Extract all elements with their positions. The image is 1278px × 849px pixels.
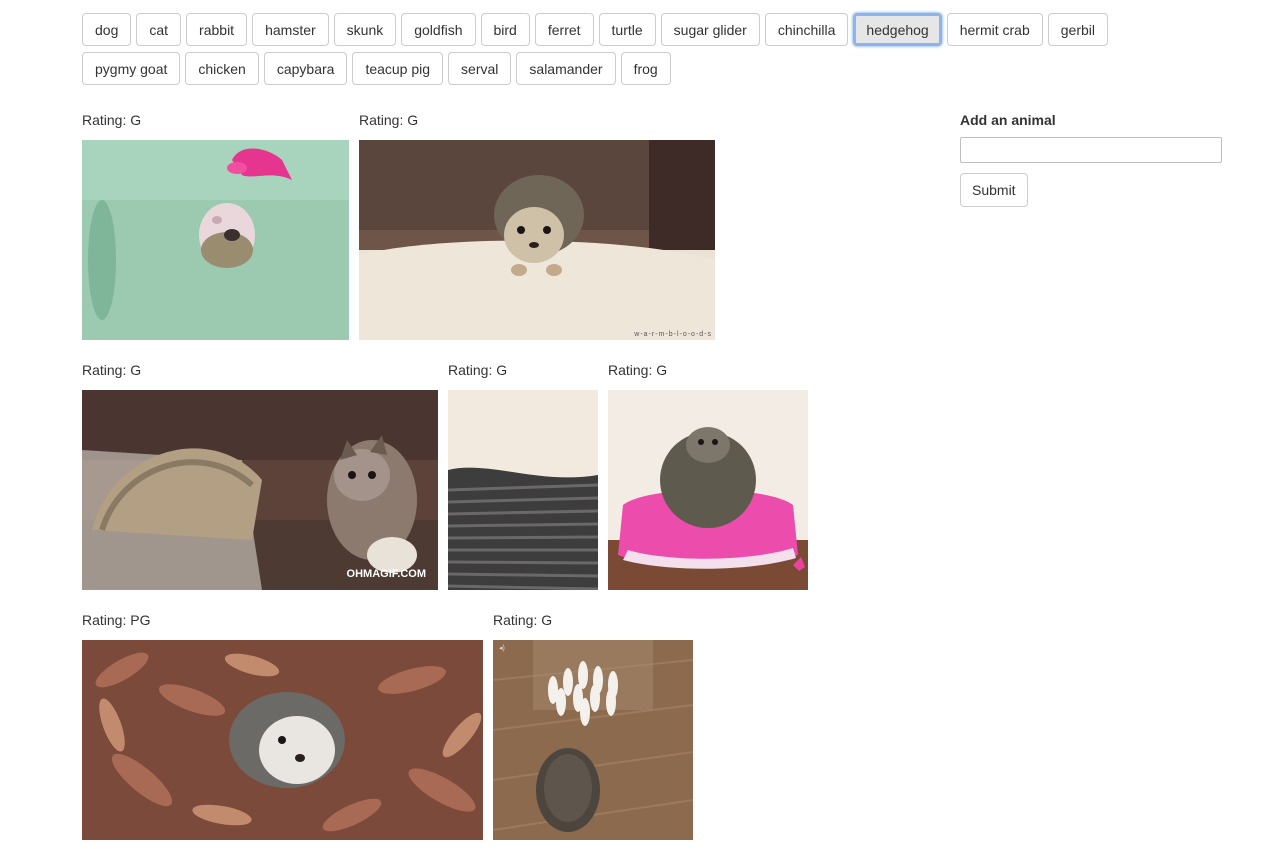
animal-button-hamster[interactable]: hamster bbox=[252, 13, 329, 46]
animal-button-pygmy-goat[interactable]: pygmy goat bbox=[82, 52, 181, 85]
add-animal-form: Add an animal Submit bbox=[960, 112, 1222, 207]
gif-watermark: OHMAGIF.COM bbox=[346, 568, 426, 580]
gif-card: Rating: G bbox=[608, 362, 808, 590]
gif-image[interactable]: ◂) bbox=[493, 640, 693, 840]
giphy-animal-page: dog cat rabbit hamster skunk goldfish bird ferr… bbox=[0, 0, 1278, 849]
animal-button-ferret[interactable]: ferret bbox=[534, 13, 594, 46]
gif-rating: Rating: PG bbox=[82, 612, 151, 628]
gif-rating: Rating: G bbox=[359, 112, 419, 128]
gif-card: Rating: G w-a-r-m-b-l-o-o-d-s bbox=[359, 112, 715, 340]
gif-image[interactable] bbox=[608, 390, 808, 590]
add-animal-label: Add an animal bbox=[960, 112, 1056, 128]
animal-button-skunk[interactable]: skunk bbox=[333, 13, 397, 46]
animal-button-row-2: pygmy goat chicken capybara teacup pig serva… bbox=[82, 52, 1182, 85]
animal-button-turtle[interactable]: turtle bbox=[598, 13, 656, 46]
animal-button-serval[interactable]: serval bbox=[448, 52, 512, 85]
gif-image[interactable]: OHMAGIF.COM bbox=[82, 390, 438, 590]
animal-button-sugar-glider[interactable]: sugar glider bbox=[660, 13, 760, 46]
gif-rating: Rating: G bbox=[448, 362, 508, 378]
gif-card: Rating: PG bbox=[82, 612, 483, 840]
animal-button-chicken[interactable]: chicken bbox=[185, 52, 259, 85]
animal-button-goldfish[interactable]: goldfish bbox=[401, 13, 476, 46]
gif-rating: Rating: G bbox=[82, 112, 142, 128]
animal-button-bar: dog cat rabbit hamster skunk goldfish bird ferr… bbox=[82, 13, 1182, 91]
animal-button-cat[interactable]: cat bbox=[136, 13, 182, 46]
gif-rating: Rating: G bbox=[82, 362, 142, 378]
animal-button-gerbil[interactable]: gerbil bbox=[1047, 13, 1108, 46]
animal-button-hedgehog[interactable]: hedgehog bbox=[853, 13, 942, 46]
gif-card: Rating: G OHMAGIF.COM bbox=[82, 362, 438, 590]
gif-image[interactable]: w-a-r-m-b-l-o-o-d-s bbox=[359, 140, 715, 340]
gif-card: Rating: G bbox=[493, 612, 693, 840]
animal-button-capybara[interactable]: capybara bbox=[263, 52, 348, 85]
animal-button-teacup-pig[interactable]: teacup pig bbox=[352, 52, 444, 85]
gif-card: Rating: G bbox=[82, 112, 349, 340]
animal-button-row-1: dog cat rabbit hamster skunk goldfish bird ferr… bbox=[82, 13, 1182, 46]
svg-text:◂): ◂) bbox=[499, 645, 505, 652]
animal-button-frog[interactable]: frog bbox=[620, 52, 671, 85]
animal-button-salamander[interactable]: salamander bbox=[516, 52, 616, 85]
gif-card: Rating: G bbox=[448, 362, 598, 590]
submit-button[interactable]: Submit bbox=[960, 173, 1028, 207]
gif-rating: Rating: G bbox=[493, 612, 553, 628]
animal-button-chinchilla[interactable]: chinchilla bbox=[764, 13, 849, 46]
animal-button-hermit-crab[interactable]: hermit crab bbox=[946, 13, 1043, 46]
animal-button-rabbit[interactable]: rabbit bbox=[186, 13, 248, 46]
gif-rating: Rating: G bbox=[608, 362, 668, 378]
gif-watermark: w-a-r-m-b-l-o-o-d-s bbox=[634, 331, 712, 338]
gif-image[interactable] bbox=[82, 640, 483, 840]
gif-image[interactable] bbox=[82, 140, 349, 340]
animal-button-bird[interactable]: bird bbox=[480, 13, 530, 46]
animal-input[interactable] bbox=[960, 137, 1222, 163]
animal-button-dog[interactable]: dog bbox=[82, 13, 132, 46]
gif-image[interactable] bbox=[448, 390, 598, 590]
